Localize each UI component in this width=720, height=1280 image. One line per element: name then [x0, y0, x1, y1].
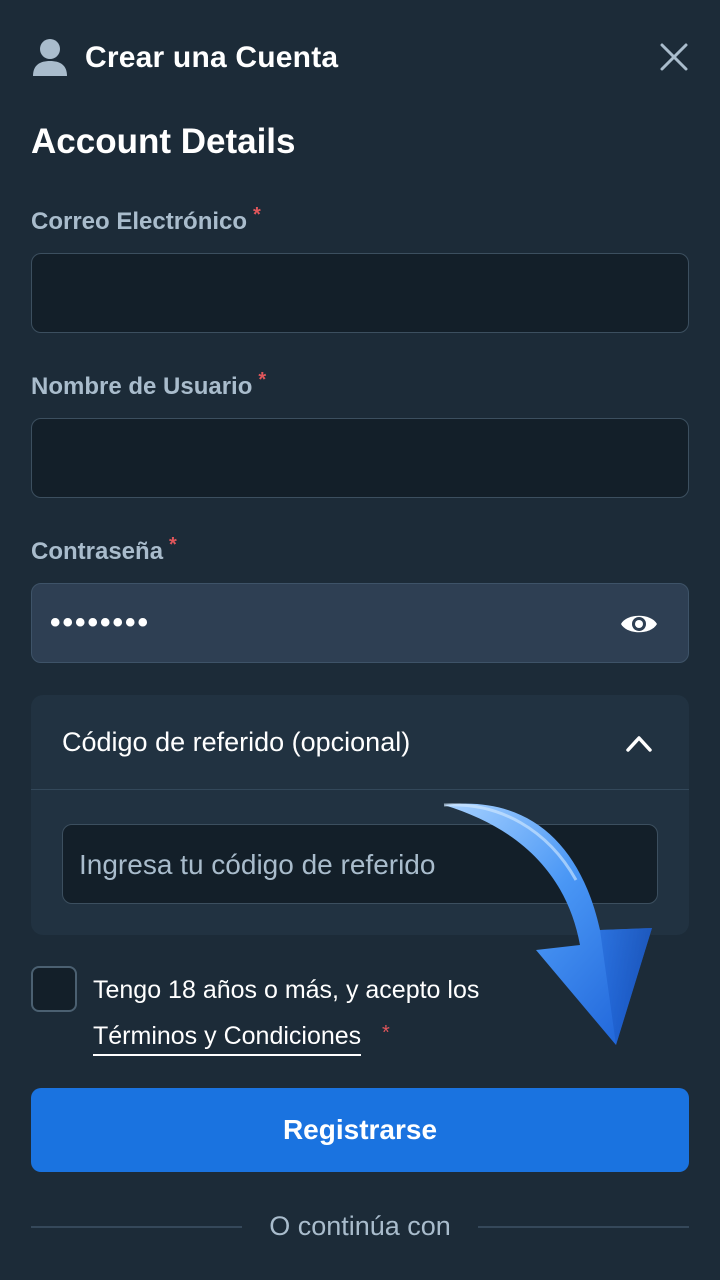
password-input[interactable]: ••••••••	[31, 583, 689, 663]
register-button[interactable]: Registrarse	[31, 1088, 689, 1172]
password-label: Contraseña *	[31, 534, 177, 566]
divider-text: O continúa con	[269, 1211, 451, 1241]
password-label-text: Contraseña	[31, 538, 164, 565]
referral-placeholder: Ingresa tu código de referido	[79, 849, 436, 880]
signup-modal: Crear una Cuenta Account Details Correo …	[0, 0, 720, 1280]
referral-label: Código de referido (opcional)	[62, 727, 411, 757]
age-terms-checkbox[interactable]	[31, 966, 77, 1012]
username-label-text: Nombre de Usuario	[31, 373, 253, 400]
modal-title: Crear una Cuenta	[85, 41, 339, 74]
email-label-text: Correo Electrónico	[31, 208, 248, 235]
referral-toggle[interactable]: Código de referido (opcional)	[31, 695, 689, 790]
password-value: ••••••••	[50, 606, 151, 639]
required-mark: *	[382, 1022, 390, 1044]
referral-code-input[interactable]: Ingresa tu código de referido	[62, 824, 658, 904]
terms-link[interactable]: Términos y Condiciones	[93, 1022, 362, 1056]
modal-header: Crear una Cuenta	[31, 34, 691, 82]
required-mark: *	[258, 369, 267, 391]
close-icon[interactable]	[657, 40, 691, 74]
section-title: Account Details	[31, 122, 296, 161]
required-mark: *	[253, 204, 261, 226]
username-input[interactable]	[31, 418, 689, 498]
eye-icon[interactable]	[620, 610, 658, 638]
required-mark: *	[169, 534, 177, 556]
terms-text: Tengo 18 años o más, y acepto los	[93, 976, 480, 1004]
user-icon	[33, 39, 67, 76]
referral-panel: Código de referido (opcional) Ingresa tu…	[31, 695, 689, 935]
email-input[interactable]	[31, 253, 689, 333]
email-label: Correo Electrónico *	[31, 204, 261, 236]
username-label: Nombre de Usuario *	[31, 369, 266, 401]
chevron-up-icon	[626, 736, 652, 752]
